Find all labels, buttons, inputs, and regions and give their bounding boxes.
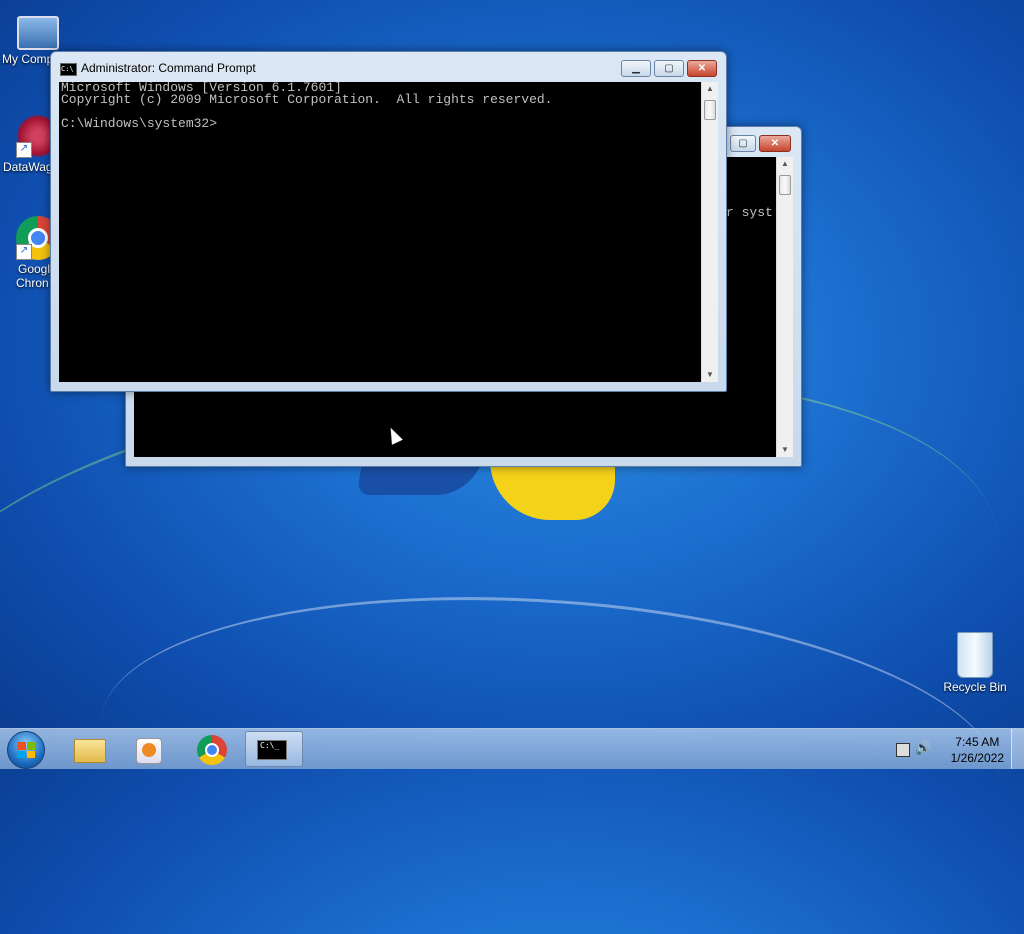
recycle-bin-icon [957, 632, 993, 678]
taskbar-explorer-button[interactable] [62, 731, 118, 767]
minimize-button[interactable]: ▁ [621, 60, 651, 77]
close-button[interactable]: ✕ [687, 60, 717, 77]
network-icon[interactable] [896, 743, 910, 757]
vertical-scrollbar[interactable]: ▲ ▼ [701, 82, 718, 382]
cmd-titlebar[interactable]: C:\ Administrator: Command Prompt ▁ ▢ ✕ [51, 52, 726, 82]
clock[interactable]: 7:45 AM 1/26/2022 [951, 734, 1004, 766]
taskbar-cmd-button[interactable]: C:\_ [245, 731, 303, 767]
back-maximize-button[interactable]: ▢ [730, 135, 756, 152]
back-console-text: r syst [726, 205, 773, 220]
console-prompt: C:\Windows\system32> [61, 116, 218, 131]
scroll-up-icon[interactable]: ▲ [702, 82, 718, 96]
shortcut-arrow-icon: ↗ [16, 142, 32, 158]
media-player-icon [136, 738, 162, 764]
taskbar-media-player-button[interactable] [122, 731, 178, 767]
show-desktop-button[interactable] [1011, 729, 1024, 769]
clock-time: 7:45 AM [955, 735, 1000, 749]
scroll-down-icon[interactable]: ▼ [702, 368, 718, 382]
window-title: Administrator: Command Prompt [81, 61, 256, 75]
scroll-up-icon[interactable]: ▲ [777, 157, 793, 171]
shortcut-arrow-icon: ↗ [16, 244, 32, 260]
console-line: Copyright (c) 2009 Microsoft Corporation… [61, 92, 553, 107]
scroll-thumb[interactable] [704, 100, 716, 120]
cmd-window-icon: C:\ [60, 63, 77, 76]
volume-icon[interactable]: 🔊 [915, 740, 931, 756]
cmd-window[interactable]: C:\ Administrator: Command Prompt ▁ ▢ ✕ … [50, 51, 727, 392]
windows-logo-icon [17, 742, 35, 758]
system-tray: 🔊 7:45 AM 1/26/2022 [884, 729, 1024, 769]
maximize-button[interactable]: ▢ [654, 60, 684, 77]
scroll-down-icon[interactable]: ▼ [777, 443, 793, 457]
clock-date: 1/26/2022 [950, 751, 1004, 765]
desktop-icon-label: Recycle Bin [943, 680, 1007, 694]
console-output[interactable]: Microsoft Windows [Version 6.1.7601] Copy… [59, 82, 701, 382]
back-vertical-scrollbar[interactable]: ▲ ▼ [776, 157, 793, 457]
taskbar: C:\_ 🔊 7:45 AM 1/26/2022 [0, 728, 1024, 769]
folder-icon [74, 739, 106, 763]
chrome-icon [197, 735, 227, 765]
computer-icon [17, 16, 59, 50]
desktop-icon-recycle-bin[interactable]: Recycle Bin [937, 632, 1013, 694]
start-button[interactable] [7, 731, 45, 769]
cmd-icon: C:\_ [257, 740, 287, 760]
scroll-thumb[interactable] [779, 175, 791, 195]
back-close-button[interactable]: ✕ [759, 135, 791, 152]
taskbar-chrome-button[interactable] [184, 731, 240, 767]
